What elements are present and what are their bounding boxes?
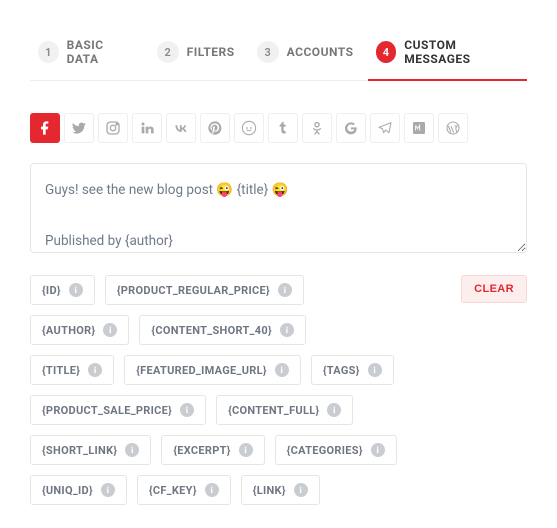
tag-categories[interactable]: {CATEGORIES} i (275, 435, 397, 465)
info-icon[interactable]: i (371, 443, 385, 457)
medium-icon[interactable] (404, 113, 434, 143)
info-icon[interactable]: i (88, 363, 102, 377)
message-textarea[interactable] (30, 163, 527, 253)
tag-featured-image-url[interactable]: {FEATURED_IMAGE_URL} i (124, 355, 301, 385)
tag-title[interactable]: {TITLE} i (30, 355, 114, 385)
info-icon[interactable]: i (180, 403, 194, 417)
info-icon[interactable]: i (294, 483, 308, 497)
info-icon[interactable]: i (275, 363, 289, 377)
info-icon[interactable]: i (205, 483, 219, 497)
tag-label: {ID} (42, 284, 61, 297)
info-icon[interactable]: i (327, 403, 341, 417)
tab-label: FILTERS (187, 45, 235, 59)
info-icon[interactable]: i (280, 323, 294, 337)
tab-custom-messages[interactable]: 4 CUSTOM MESSAGES (368, 30, 527, 80)
tag-short-link[interactable]: {SHORT_LINK} i (30, 435, 151, 465)
tag-label: {CONTENT_SHORT_40} (151, 324, 272, 337)
info-icon[interactable]: i (103, 323, 117, 337)
info-icon[interactable]: i (278, 283, 292, 297)
telegram-icon[interactable] (370, 113, 400, 143)
pinterest-icon[interactable] (200, 113, 230, 143)
vk-icon[interactable] (166, 113, 196, 143)
tag-label: {TITLE} (42, 364, 80, 377)
tab-number: 1 (38, 41, 59, 63)
tag-label: {TAGS} (323, 364, 360, 377)
tag-label: {UNIQ_ID} (42, 484, 93, 497)
reddit-icon[interactable] (234, 113, 264, 143)
tag-id[interactable]: {ID} i (30, 275, 95, 305)
tag-label: {PRODUCT_REGULAR_PRICE} (117, 284, 270, 297)
tag-tags[interactable]: {TAGS} i (311, 355, 394, 385)
info-icon[interactable]: i (101, 483, 115, 497)
clear-button[interactable]: CLEAR (461, 275, 527, 303)
facebook-icon[interactable] (30, 113, 60, 143)
tag-label: {EXCERPT} (173, 444, 230, 457)
tab-label: BASIC DATA (67, 38, 135, 66)
tag-label: {SHORT_LINK} (42, 444, 117, 457)
tag-row: {PRODUCT_SALE_PRICE} i {CONTENT_FULL} i (30, 395, 527, 425)
tag-uniq-id[interactable]: {UNIQ_ID} i (30, 475, 127, 505)
tag-link[interactable]: {LINK} i (241, 475, 320, 505)
tab-number: 4 (376, 41, 397, 63)
tag-row: {UNIQ_ID} i {CF_KEY} i {LINK} i (30, 475, 527, 505)
twitter-icon[interactable] (64, 113, 94, 143)
linkedin-icon[interactable] (132, 113, 162, 143)
placeholder-tags-area: CLEAR {ID}i {PRODUCT_REGULAR_PRICE}i {AU… (30, 275, 527, 505)
tag-excerpt[interactable]: {EXCERPT} i (161, 435, 264, 465)
tab-accounts[interactable]: 3 ACCOUNTS (249, 30, 362, 80)
tag-product-sale-price[interactable]: {PRODUCT_SALE_PRICE} i (30, 395, 206, 425)
google-icon[interactable] (336, 113, 366, 143)
odnoklassniki-icon[interactable] (302, 113, 332, 143)
tag-author[interactable]: {AUTHOR} i (30, 315, 129, 345)
tag-row: {SHORT_LINK} i {EXCERPT} i {CATEGORIES} i (30, 435, 527, 465)
info-icon[interactable]: i (368, 363, 382, 377)
tag-label: {CONTENT_FULL} (228, 404, 319, 417)
tag-label: {CF_KEY} (149, 484, 197, 497)
tag-label: {CATEGORIES} (287, 444, 363, 457)
tag-label: {AUTHOR} (42, 324, 95, 337)
tag-row: {ID} i {PRODUCT_REGULAR_PRICE} i (30, 275, 527, 305)
tag-cf-key[interactable]: {CF_KEY} i (137, 475, 231, 505)
tag-content-full[interactable]: {CONTENT_FULL} i (216, 395, 353, 425)
tag-label: {FEATURED_IMAGE_URL} (136, 364, 267, 377)
tab-basic-data[interactable]: 1 BASIC DATA (30, 30, 143, 80)
info-icon[interactable]: i (69, 283, 83, 297)
info-icon[interactable]: i (239, 443, 253, 457)
info-icon[interactable]: i (125, 443, 139, 457)
tag-product-regular-price[interactable]: {PRODUCT_REGULAR_PRICE} i (105, 275, 304, 305)
tab-label: ACCOUNTS (287, 45, 354, 59)
tag-row: {TITLE} i {FEATURED_IMAGE_URL} i {TAGS} i (30, 355, 527, 385)
tumblr-icon[interactable] (268, 113, 298, 143)
tag-label: {PRODUCT_SALE_PRICE} (42, 404, 172, 417)
tag-content-short-40[interactable]: {CONTENT_SHORT_40} i (139, 315, 306, 345)
tab-filters[interactable]: 2 FILTERS (149, 30, 243, 80)
tab-label: CUSTOM MESSAGES (404, 38, 519, 66)
tab-number: 2 (157, 41, 179, 63)
social-network-picker (30, 113, 527, 143)
tab-number: 3 (257, 41, 279, 63)
wordpress-icon[interactable] (438, 113, 468, 143)
tag-label: {LINK} (253, 484, 286, 497)
wizard-tabs: 1 BASIC DATA 2 FILTERS 3 ACCOUNTS 4 CUST… (30, 30, 527, 81)
instagram-icon[interactable] (98, 113, 128, 143)
tag-row: {AUTHOR} i {CONTENT_SHORT_40} i (30, 315, 527, 345)
